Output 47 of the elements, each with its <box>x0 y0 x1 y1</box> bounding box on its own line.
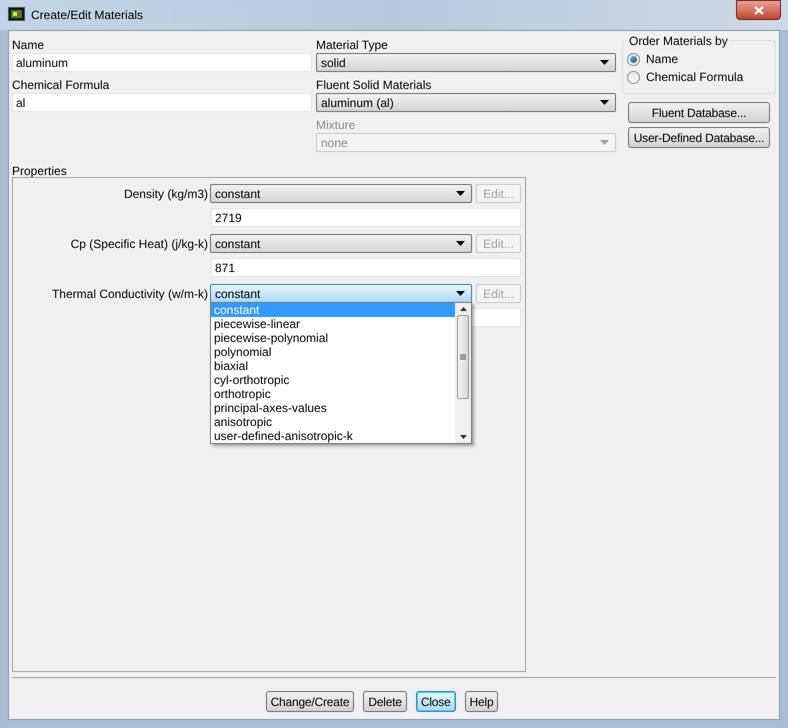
section-label: Properties <box>12 163 68 177</box>
property-label: Density (kg/m3) <box>122 186 209 202</box>
field-label: Chemical Formula <box>12 77 110 93</box>
scrollbar[interactable] <box>455 303 471 443</box>
dropdown[interactable]: aluminum (al) <box>316 93 616 112</box>
field-label: Material Type <box>316 37 389 53</box>
caret-icon <box>600 140 609 145</box>
button[interactable]: Change/Create <box>266 691 354 712</box>
close-button[interactable] <box>736 0 781 20</box>
up-arrow-icon <box>460 307 466 311</box>
button[interactable]: Close <box>416 691 456 712</box>
list-option[interactable]: anisotropic <box>211 415 455 429</box>
scroll-thumb[interactable] <box>457 315 469 399</box>
list-option[interactable]: piecewise-linear <box>211 317 455 331</box>
radio-option[interactable]: Chemical Formula <box>627 69 744 85</box>
list-option[interactable]: biaxial <box>211 359 455 373</box>
input-field[interactable]: aluminum <box>12 53 312 72</box>
button[interactable]: User-Defined Database... <box>628 127 770 148</box>
list-option[interactable]: polynomial <box>211 345 455 359</box>
radio-button[interactable] <box>627 70 640 84</box>
down-arrow-icon <box>460 435 466 439</box>
dropdown[interactable]: solid <box>316 53 616 72</box>
button[interactable]: Help <box>464 691 498 712</box>
list-option[interactable]: principal-axes-values <box>211 401 455 415</box>
radio-button[interactable] <box>627 52 640 66</box>
caret-icon <box>456 191 465 196</box>
button[interactable]: Delete <box>363 691 407 712</box>
input-field[interactable]: al <box>12 93 312 112</box>
caret-icon <box>456 241 465 246</box>
list-option[interactable]: user-defined-anisotropic-k <box>211 429 455 443</box>
field-label: Fluent Solid Materials <box>316 77 432 93</box>
grip-icon <box>460 354 466 360</box>
field-label: Name <box>12 37 46 53</box>
caret-icon <box>600 60 609 65</box>
button[interactable]: Fluent Database... <box>628 102 770 123</box>
property-label: Cp (Specific Heat) (j/kg-k) <box>70 236 209 252</box>
field-label: Mixture <box>316 117 356 133</box>
close-icon <box>754 6 764 14</box>
list-option[interactable]: orthotropic <box>211 387 455 401</box>
list-option[interactable]: cyl-orthotropic <box>211 373 455 387</box>
app-icon <box>8 7 25 21</box>
window-title: Create/Edit Materials <box>31 7 144 24</box>
caret-icon <box>600 100 609 105</box>
list-option[interactable]: piecewise-polynomial <box>211 331 455 345</box>
property-label: Thermal Conductivity (w/m-k) <box>50 286 209 302</box>
caret-icon <box>456 291 465 296</box>
radio-option[interactable]: Name <box>627 51 678 67</box>
